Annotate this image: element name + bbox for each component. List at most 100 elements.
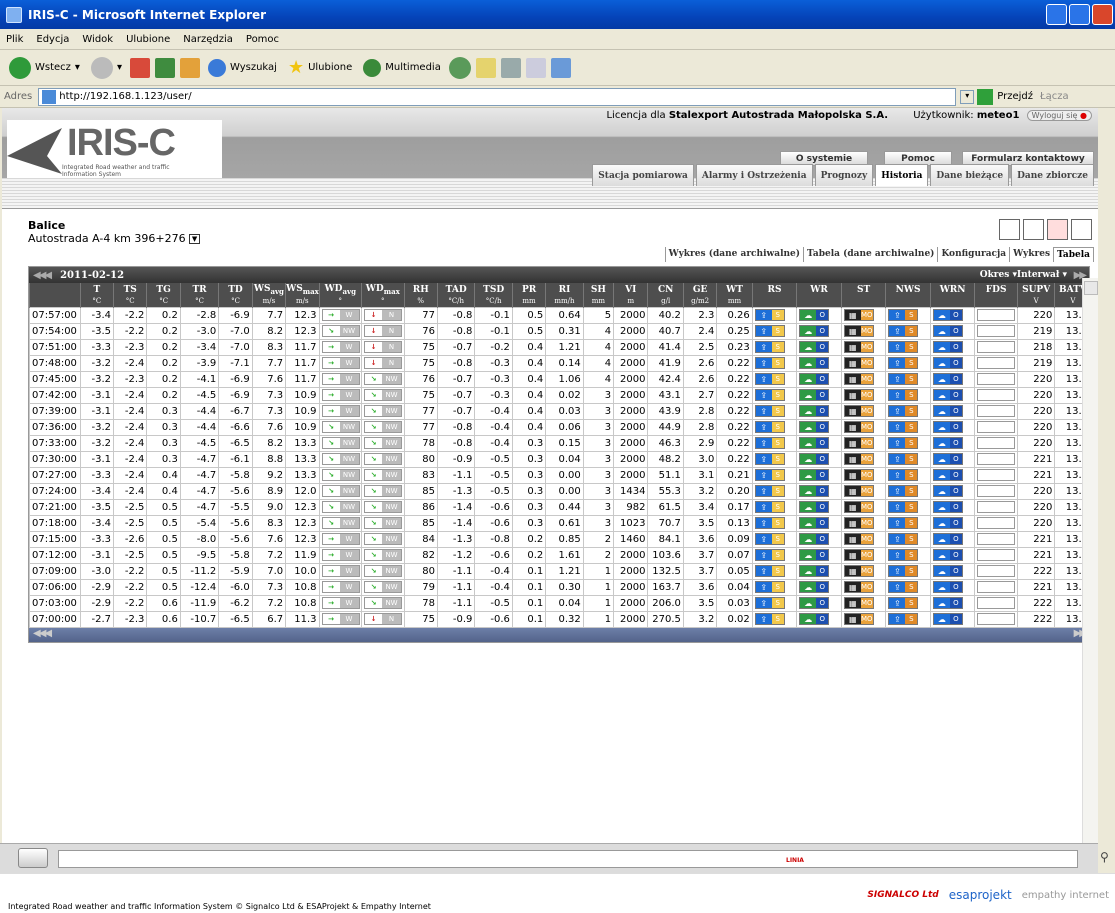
- nws-status[interactable]: ⇪ S: [888, 517, 919, 529]
- wr-status[interactable]: ☁ O: [799, 389, 830, 401]
- col-header[interactable]: [29, 283, 81, 296]
- wr-status[interactable]: ☁ O: [799, 341, 830, 353]
- station-dropdown-icon[interactable]: ▼: [189, 234, 201, 244]
- col-header[interactable]: RS: [751, 283, 797, 296]
- subtab-chart[interactable]: Wykres: [1009, 247, 1053, 262]
- st-status[interactable]: ▦ MO: [843, 533, 874, 545]
- wrn-status[interactable]: ☁ O: [932, 613, 963, 625]
- st-status[interactable]: ▦ MO: [843, 421, 874, 433]
- prev-day-icon[interactable]: ◀◀◀: [33, 270, 52, 281]
- search-button[interactable]: Wyszukaj: [205, 57, 280, 79]
- rs-status[interactable]: ⇪ S: [754, 357, 785, 369]
- menu-edit[interactable]: Edycja: [36, 34, 69, 45]
- subtab-config[interactable]: Konfiguracja: [937, 247, 1009, 262]
- nws-status[interactable]: ⇪ S: [888, 341, 919, 353]
- nws-status[interactable]: ⇪ S: [888, 357, 919, 369]
- wrn-status[interactable]: ☁ O: [932, 421, 963, 433]
- printer-icon[interactable]: [1071, 219, 1092, 240]
- rs-status[interactable]: ⇪ S: [754, 517, 785, 529]
- col-header[interactable]: SH: [582, 283, 614, 296]
- rs-status[interactable]: ⇪ S: [754, 405, 785, 417]
- menu-help[interactable]: Pomoc: [246, 34, 279, 45]
- back-button[interactable]: Wstecz ▾: [6, 55, 83, 81]
- refresh-icon[interactable]: [154, 57, 175, 78]
- rs-status[interactable]: ⇪ S: [754, 581, 785, 593]
- empathy-logo[interactable]: empathy internet: [1022, 890, 1109, 901]
- vertical-scrollbar[interactable]: [1082, 278, 1098, 855]
- nws-status[interactable]: ⇪ S: [888, 309, 919, 321]
- wrn-status[interactable]: ☁ O: [932, 325, 963, 337]
- menu-tools[interactable]: Narzędzia: [183, 34, 233, 45]
- address-input[interactable]: http://192.168.1.123/user/: [38, 87, 957, 106]
- st-status[interactable]: ▦ MO: [843, 517, 874, 529]
- rs-status[interactable]: ⇪ S: [754, 549, 785, 561]
- nws-status[interactable]: ⇪ S: [888, 565, 919, 577]
- nws-status[interactable]: ⇪ S: [888, 421, 919, 433]
- rs-status[interactable]: ⇪ S: [754, 309, 785, 321]
- st-status[interactable]: ▦ MO: [843, 405, 874, 417]
- col-header[interactable]: RI: [545, 283, 584, 296]
- wrn-status[interactable]: ☁ O: [932, 549, 963, 561]
- col-header[interactable]: WDavg: [318, 283, 362, 296]
- wrn-status[interactable]: ☁ O: [932, 533, 963, 545]
- wrn-status[interactable]: ☁ O: [932, 581, 963, 593]
- col-header[interactable]: FDS: [974, 283, 1018, 296]
- col-header[interactable]: WR: [796, 283, 842, 296]
- home-icon[interactable]: [179, 57, 200, 78]
- history-icon[interactable]: [448, 56, 471, 79]
- menu-view[interactable]: Widok: [82, 34, 113, 45]
- col-header[interactable]: VI: [613, 283, 648, 296]
- st-status[interactable]: ▦ MO: [843, 597, 874, 609]
- st-status[interactable]: ▦ MO: [843, 437, 874, 449]
- col-header[interactable]: WDmax: [361, 283, 405, 296]
- iris-logo[interactable]: IRIS-C Integrated Road weather and traff…: [7, 120, 222, 178]
- wrn-status[interactable]: ☁ O: [932, 405, 963, 417]
- status-input[interactable]: [58, 850, 1078, 868]
- col-header[interactable]: TG: [146, 283, 181, 296]
- wrn-status[interactable]: ☁ O: [932, 501, 963, 513]
- wrn-status[interactable]: ☁ O: [932, 373, 963, 385]
- col-header[interactable]: NWS: [885, 283, 931, 296]
- nws-status[interactable]: ⇪ S: [888, 405, 919, 417]
- wr-status[interactable]: ☁ O: [799, 421, 830, 433]
- print-icon[interactable]: [500, 57, 521, 78]
- rs-status[interactable]: ⇪ S: [754, 485, 785, 497]
- wrn-status[interactable]: ☁ O: [932, 341, 963, 353]
- st-status[interactable]: ▦ MO: [843, 549, 874, 561]
- period-dropdown[interactable]: Okres ▾: [980, 270, 1017, 280]
- nws-status[interactable]: ⇪ S: [888, 501, 919, 513]
- rs-status[interactable]: ⇪ S: [754, 565, 785, 577]
- wrn-status[interactable]: ☁ O: [932, 357, 963, 369]
- menu-favorites[interactable]: Ulubione: [126, 34, 170, 45]
- maximize-button[interactable]: [1069, 4, 1090, 25]
- rs-status[interactable]: ⇪ S: [754, 501, 785, 513]
- wr-status[interactable]: ☁ O: [799, 453, 830, 465]
- wr-status[interactable]: ☁ O: [799, 613, 830, 625]
- media-button[interactable]: Multimedia: [360, 57, 444, 79]
- col-header[interactable]: PR: [511, 283, 546, 296]
- nws-status[interactable]: ⇪ S: [888, 373, 919, 385]
- mail-icon[interactable]: [475, 57, 496, 78]
- col-header[interactable]: TS: [113, 283, 147, 296]
- tab-current-data[interactable]: Dane bieżące: [930, 164, 1010, 186]
- wrn-status[interactable]: ☁ O: [932, 469, 963, 481]
- col-header[interactable]: SUPV: [1016, 283, 1055, 296]
- wr-status[interactable]: ☁ O: [799, 549, 830, 561]
- stop-icon[interactable]: [129, 57, 150, 78]
- wr-status[interactable]: ☁ O: [799, 373, 830, 385]
- nws-status[interactable]: ⇪ S: [888, 549, 919, 561]
- wr-status[interactable]: ☁ O: [799, 405, 830, 417]
- wrn-status[interactable]: ☁ O: [932, 485, 963, 497]
- st-status[interactable]: ▦ MO: [843, 613, 874, 625]
- st-status[interactable]: ▦ MO: [843, 453, 874, 465]
- st-status[interactable]: ▦ MO: [843, 565, 874, 577]
- tab-history[interactable]: Historia: [875, 164, 929, 186]
- pdf-icon[interactable]: [1047, 219, 1068, 240]
- wr-status[interactable]: ☁ O: [799, 325, 830, 337]
- col-header[interactable]: TSD: [474, 283, 513, 296]
- close-button[interactable]: [1092, 4, 1113, 25]
- st-status[interactable]: ▦ MO: [843, 325, 874, 337]
- wrn-status[interactable]: ☁ O: [932, 453, 963, 465]
- rs-status[interactable]: ⇪ S: [754, 469, 785, 481]
- rs-status[interactable]: ⇪ S: [754, 453, 785, 465]
